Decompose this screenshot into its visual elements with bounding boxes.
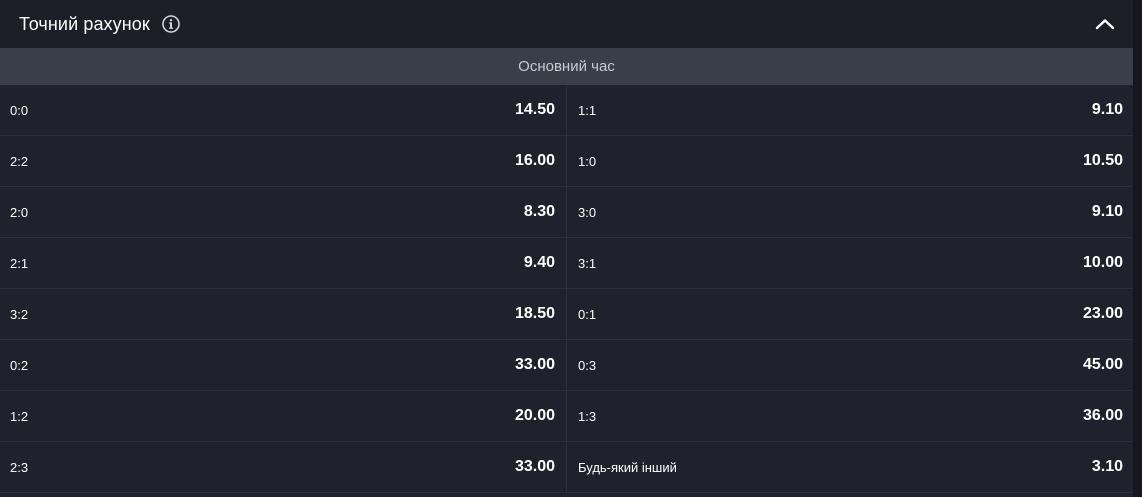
odds-row: 0:0 14.50 1:1 9.10 (0, 85, 1133, 136)
collapse-button[interactable] (1093, 12, 1117, 36)
odds-cell[interactable]: Будь-який інший 3.10 (567, 442, 1133, 492)
odds-row: 2:1 9.40 3:1 10.00 (0, 238, 1133, 289)
odds-value: 3.10 (1091, 458, 1123, 475)
score-label: 2:0 (10, 204, 29, 220)
odds-cell[interactable]: 3:1 10.00 (567, 238, 1133, 288)
score-label: 0:3 (578, 357, 597, 373)
odds-value: 18.50 (514, 305, 555, 322)
odds-cell[interactable]: 0:2 33.00 (0, 340, 567, 390)
odds-cell[interactable]: 2:3 33.00 (0, 442, 567, 492)
score-label: 3:0 (578, 204, 597, 220)
odds-cell[interactable]: 0:3 45.00 (567, 340, 1133, 390)
odds-cell[interactable]: 3:2 18.50 (0, 289, 567, 339)
odds-cell[interactable]: 2:1 9.40 (0, 238, 567, 288)
score-label: 0:2 (10, 357, 29, 373)
odds-value: 23.00 (1082, 305, 1123, 322)
market-header[interactable]: Точний рахунок (0, 0, 1133, 48)
odds-value: 33.00 (514, 458, 555, 475)
score-label: 1:0 (578, 153, 597, 169)
score-label: 2:2 (10, 153, 29, 169)
odds-row: 2:0 8.30 3:0 9.10 (0, 187, 1133, 238)
odds-row: 0:2 33.00 0:3 45.00 (0, 340, 1133, 391)
odds-cell[interactable]: 3:0 9.10 (567, 187, 1133, 237)
score-label: 1:1 (578, 102, 597, 118)
score-label: 2:1 (10, 255, 29, 271)
odds-row: 2:2 16.00 1:0 10.50 (0, 136, 1133, 187)
info-icon[interactable] (162, 15, 180, 33)
odds-cell[interactable]: 1:0 10.50 (567, 136, 1133, 186)
odds-cell[interactable]: 1:1 9.10 (567, 85, 1133, 135)
odds-value: 36.00 (1082, 407, 1123, 424)
chevron-up-icon (1095, 19, 1115, 30)
odds-cell[interactable]: 0:1 23.00 (567, 289, 1133, 339)
exact-score-market: Точний рахунок Основний час 0:0 14.50 1:… (0, 0, 1133, 497)
odds-value: 14.50 (514, 101, 555, 118)
odds-cell[interactable]: 1:3 36.00 (567, 391, 1133, 441)
odds-value: 10.00 (1082, 254, 1123, 271)
odds-row: 3:2 18.50 0:1 23.00 (0, 289, 1133, 340)
odds-value: 45.00 (1082, 356, 1123, 373)
score-label: Будь-який інший (578, 459, 677, 475)
odds-value: 9.10 (1091, 203, 1123, 220)
odds-value: 10.50 (1082, 152, 1123, 169)
score-label: 1:3 (578, 408, 597, 424)
odds-cell[interactable]: 0:0 14.50 (0, 85, 567, 135)
odds-value: 8.30 (523, 203, 555, 220)
odds-cell[interactable]: 2:2 16.00 (0, 136, 567, 186)
odds-row: 1:2 20.00 1:3 36.00 (0, 391, 1133, 442)
odds-cell[interactable]: 1:2 20.00 (0, 391, 567, 441)
odds-value: 9.10 (1091, 101, 1123, 118)
score-label: 2:3 (10, 459, 29, 475)
period-label: Основний час (0, 48, 1133, 85)
score-label: 3:2 (10, 306, 29, 322)
score-label: 0:0 (10, 102, 29, 118)
odds-value: 9.40 (523, 254, 555, 271)
score-label: 0:1 (578, 306, 597, 322)
odds-cell[interactable]: 2:0 8.30 (0, 187, 567, 237)
score-label: 1:2 (10, 408, 29, 424)
market-title: Точний рахунок (19, 13, 150, 34)
odds-row: 2:3 33.00 Будь-який інший 3.10 (0, 442, 1133, 493)
odds-value: 20.00 (514, 407, 555, 424)
odds-value: 33.00 (514, 356, 555, 373)
odds-value: 16.00 (514, 152, 555, 169)
odds-grid: 0:0 14.50 1:1 9.10 2:2 16.00 1:0 10.50 2… (0, 85, 1133, 493)
scrollbar-track[interactable] (1133, 0, 1142, 497)
score-label: 3:1 (578, 255, 597, 271)
